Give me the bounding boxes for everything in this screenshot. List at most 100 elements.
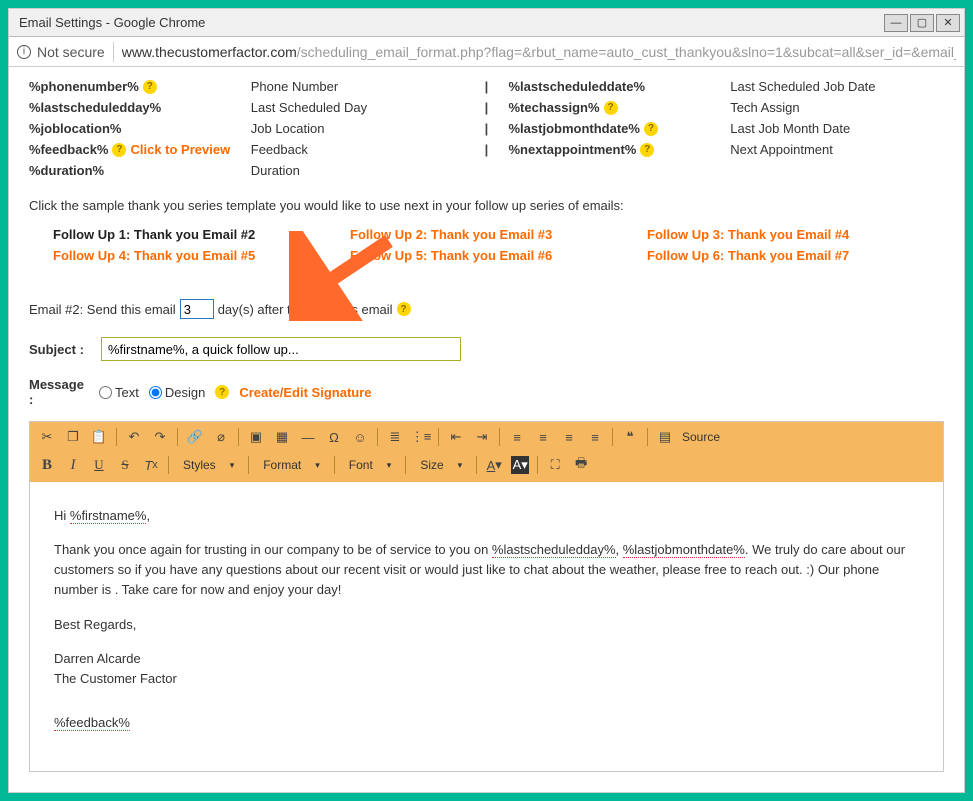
token: %lastscheduleddate%	[509, 79, 646, 94]
days-input[interactable]	[180, 299, 214, 319]
radio-design[interactable]: Design	[149, 385, 205, 400]
send-delay-row: Email #2: Send this email day(s) after t…	[29, 299, 944, 319]
emoji-icon[interactable]: ☺	[351, 428, 369, 446]
remove-format-button[interactable]: Tx	[142, 456, 160, 474]
token: %lastscheduledday%	[29, 100, 161, 115]
font-combo[interactable]: Font▾	[343, 458, 398, 472]
indent-icon[interactable]: ⇥	[473, 428, 491, 446]
editor-body[interactable]: Hi %firstname%, Thank you once again for…	[30, 482, 943, 771]
underline-button[interactable]: U	[90, 456, 108, 474]
chevron-down-icon: ▾	[315, 460, 320, 471]
separator	[113, 42, 114, 62]
unlink-icon[interactable]: ⌀	[212, 428, 230, 446]
token: %nextappointment%	[509, 142, 637, 157]
close-button[interactable]: ✕	[936, 14, 960, 32]
help-icon[interactable]: ?	[397, 302, 411, 316]
url-display[interactable]: www.thecustomerfactor.com/scheduling_ema…	[122, 44, 956, 60]
align-center-icon[interactable]: ≡	[534, 428, 552, 446]
window-controls: — ▢ ✕	[882, 14, 960, 32]
maximize-icon[interactable]: ⛶	[546, 456, 564, 474]
editor-toolbar-row2: B I U S Tx Styles▾ Format▾ Font▾ Size▾ A…	[30, 452, 943, 482]
email-regards: Best Regards,	[54, 615, 919, 635]
help-icon[interactable]: ?	[112, 143, 126, 157]
bullet-list-icon[interactable]: ⋮≡	[412, 428, 430, 446]
followup-6[interactable]: Follow Up 6: Thank you Email #7	[647, 248, 944, 263]
security-indicator[interactable]: i Not secure	[17, 44, 105, 60]
token-desc: Duration	[251, 163, 465, 178]
separator	[405, 456, 406, 474]
separator	[377, 428, 378, 446]
followup-5[interactable]: Follow Up 5: Thank you Email #6	[350, 248, 647, 263]
redo-icon[interactable]: ↷	[151, 428, 169, 446]
create-signature-link[interactable]: Create/Edit Signature	[239, 385, 371, 400]
radio-text[interactable]: Text	[99, 385, 139, 400]
token-desc: Next Appointment	[730, 142, 944, 157]
separator	[499, 428, 500, 446]
maximize-button[interactable]: ▢	[910, 14, 934, 32]
size-combo[interactable]: Size▾	[414, 458, 468, 472]
hr-icon[interactable]: ―	[299, 428, 317, 446]
email-feedback-token: %feedback%	[54, 713, 919, 733]
help-icon[interactable]: ?	[604, 101, 618, 115]
preview-link[interactable]: Click to Preview	[130, 142, 230, 157]
radio-text-input[interactable]	[99, 386, 112, 399]
help-icon[interactable]: ?	[143, 80, 157, 94]
token-desc: Last Scheduled Day	[251, 100, 465, 115]
align-left-icon[interactable]: ≡	[508, 428, 526, 446]
help-icon[interactable]: ?	[644, 122, 658, 136]
blockquote-icon[interactable]: ❝	[621, 428, 639, 446]
rich-text-editor: ✂ ❐ 📋 ↶ ↷ 🔗 ⌀ ▣ ▦ ― Ω ☺ ≣ ⋮≡ ⇤ ⇥	[29, 421, 944, 772]
numbered-list-icon[interactable]: ≣	[386, 428, 404, 446]
security-text: Not secure	[37, 44, 105, 60]
minimize-button[interactable]: —	[884, 14, 908, 32]
undo-icon[interactable]: ↶	[125, 428, 143, 446]
token-desc: Tech Assign	[730, 100, 944, 115]
link-icon[interactable]: 🔗	[186, 428, 204, 446]
separator	[177, 428, 178, 446]
chevron-down-icon: ▾	[458, 460, 463, 471]
token: %joblocation%	[29, 121, 121, 136]
help-icon[interactable]: ?	[215, 385, 229, 399]
strike-button[interactable]: S	[116, 456, 134, 474]
separator	[537, 456, 538, 474]
bold-button[interactable]: B	[38, 456, 56, 474]
outdent-icon[interactable]: ⇤	[447, 428, 465, 446]
page-content: %phonenumber% ? Phone Number | %lastsche…	[9, 67, 964, 792]
styles-combo[interactable]: Styles▾	[177, 458, 240, 472]
radio-design-input[interactable]	[149, 386, 162, 399]
followup-1[interactable]: Follow Up 1: Thank you Email #2	[53, 227, 350, 242]
align-right-icon[interactable]: ≡	[560, 428, 578, 446]
followup-2[interactable]: Follow Up 2: Thank you Email #3	[350, 227, 647, 242]
align-justify-icon[interactable]: ≡	[586, 428, 604, 446]
token-desc: Last Scheduled Job Date	[730, 79, 944, 94]
token: %feedback%	[29, 142, 108, 157]
help-icon[interactable]: ?	[640, 143, 654, 157]
separator	[612, 428, 613, 446]
followup-3[interactable]: Follow Up 3: Thank you Email #4	[647, 227, 944, 242]
table-icon[interactable]: ▦	[273, 428, 291, 446]
email-signature: Darren AlcardeThe Customer Factor	[54, 649, 919, 689]
token: %phonenumber%	[29, 79, 139, 94]
special-char-icon[interactable]: Ω	[325, 428, 343, 446]
titlebar: Email Settings - Google Chrome — ▢ ✕	[9, 9, 964, 37]
followup-4[interactable]: Follow Up 4: Thank you Email #5	[53, 248, 350, 263]
subject-input[interactable]	[101, 337, 461, 361]
token: %techassign%	[509, 100, 600, 115]
divider: |	[473, 79, 501, 94]
send-prefix: Email #2: Send this email	[29, 302, 176, 317]
window-title: Email Settings - Google Chrome	[13, 15, 205, 30]
source-icon[interactable]: ▤	[656, 428, 674, 446]
paste-icon[interactable]: 📋	[90, 428, 108, 446]
email-body-para: Thank you once again for trusting in our…	[54, 540, 919, 600]
bg-color-button[interactable]: A▾	[511, 456, 529, 474]
source-label[interactable]: Source	[682, 430, 720, 444]
image-icon[interactable]: ▣	[247, 428, 265, 446]
text-color-button[interactable]: A▾	[485, 456, 503, 474]
print-icon[interactable]: 🖶	[572, 456, 590, 474]
browser-window: Email Settings - Google Chrome — ▢ ✕ i N…	[8, 8, 965, 793]
separator	[476, 456, 477, 474]
copy-icon[interactable]: ❐	[64, 428, 82, 446]
format-combo[interactable]: Format▾	[257, 458, 326, 472]
cut-icon[interactable]: ✂	[38, 428, 56, 446]
italic-button[interactable]: I	[64, 456, 82, 474]
